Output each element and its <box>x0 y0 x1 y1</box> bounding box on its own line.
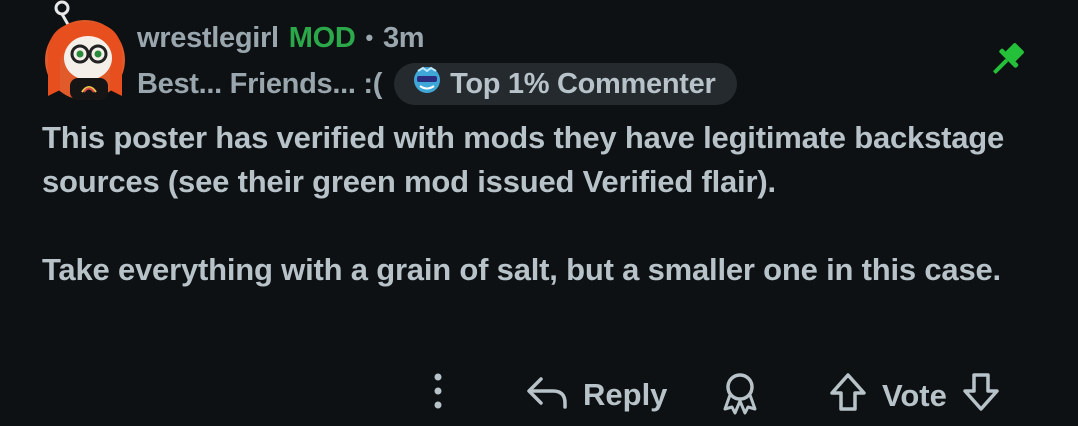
user-flair: Best... Friends... :( <box>137 67 383 100</box>
comment-header: wrestlegirl MOD • 3m <box>137 18 425 58</box>
more-options-icon <box>432 371 444 419</box>
vote-label: Vote <box>882 378 947 413</box>
username[interactable]: wrestlegirl <box>137 22 279 55</box>
badge-label: Top 1% Commenter <box>450 67 716 100</box>
reply-label: Reply <box>583 377 668 412</box>
vote-controls: Vote <box>828 371 1001 421</box>
award-icon <box>720 371 760 423</box>
top-commenter-badge[interactable]: Top 1% Commenter <box>394 63 738 105</box>
flair-row: Best... Friends... :( Top 1% Commenter <box>137 62 738 106</box>
downvote-icon[interactable] <box>961 371 1001 421</box>
comment-body: This poster has verified with mods they … <box>42 116 1052 292</box>
separator: • <box>365 25 374 50</box>
more-options-button[interactable] <box>432 371 444 419</box>
timestamp: 3m <box>382 21 425 54</box>
award-button[interactable] <box>720 371 760 423</box>
comment-paragraph: Take everything with a grain of salt, bu… <box>42 252 1001 287</box>
reply-icon <box>525 371 569 419</box>
comment-paragraph: This poster has verified with mods they … <box>42 120 1005 199</box>
mod-badge: MOD <box>288 21 356 54</box>
avatar[interactable] <box>40 0 130 104</box>
upvote-icon[interactable] <box>828 371 868 421</box>
reply-button[interactable]: Reply <box>525 371 667 419</box>
pin-icon <box>985 38 1029 82</box>
comment-actions: Reply Vote <box>420 365 1018 421</box>
top-commenter-icon <box>412 65 442 103</box>
